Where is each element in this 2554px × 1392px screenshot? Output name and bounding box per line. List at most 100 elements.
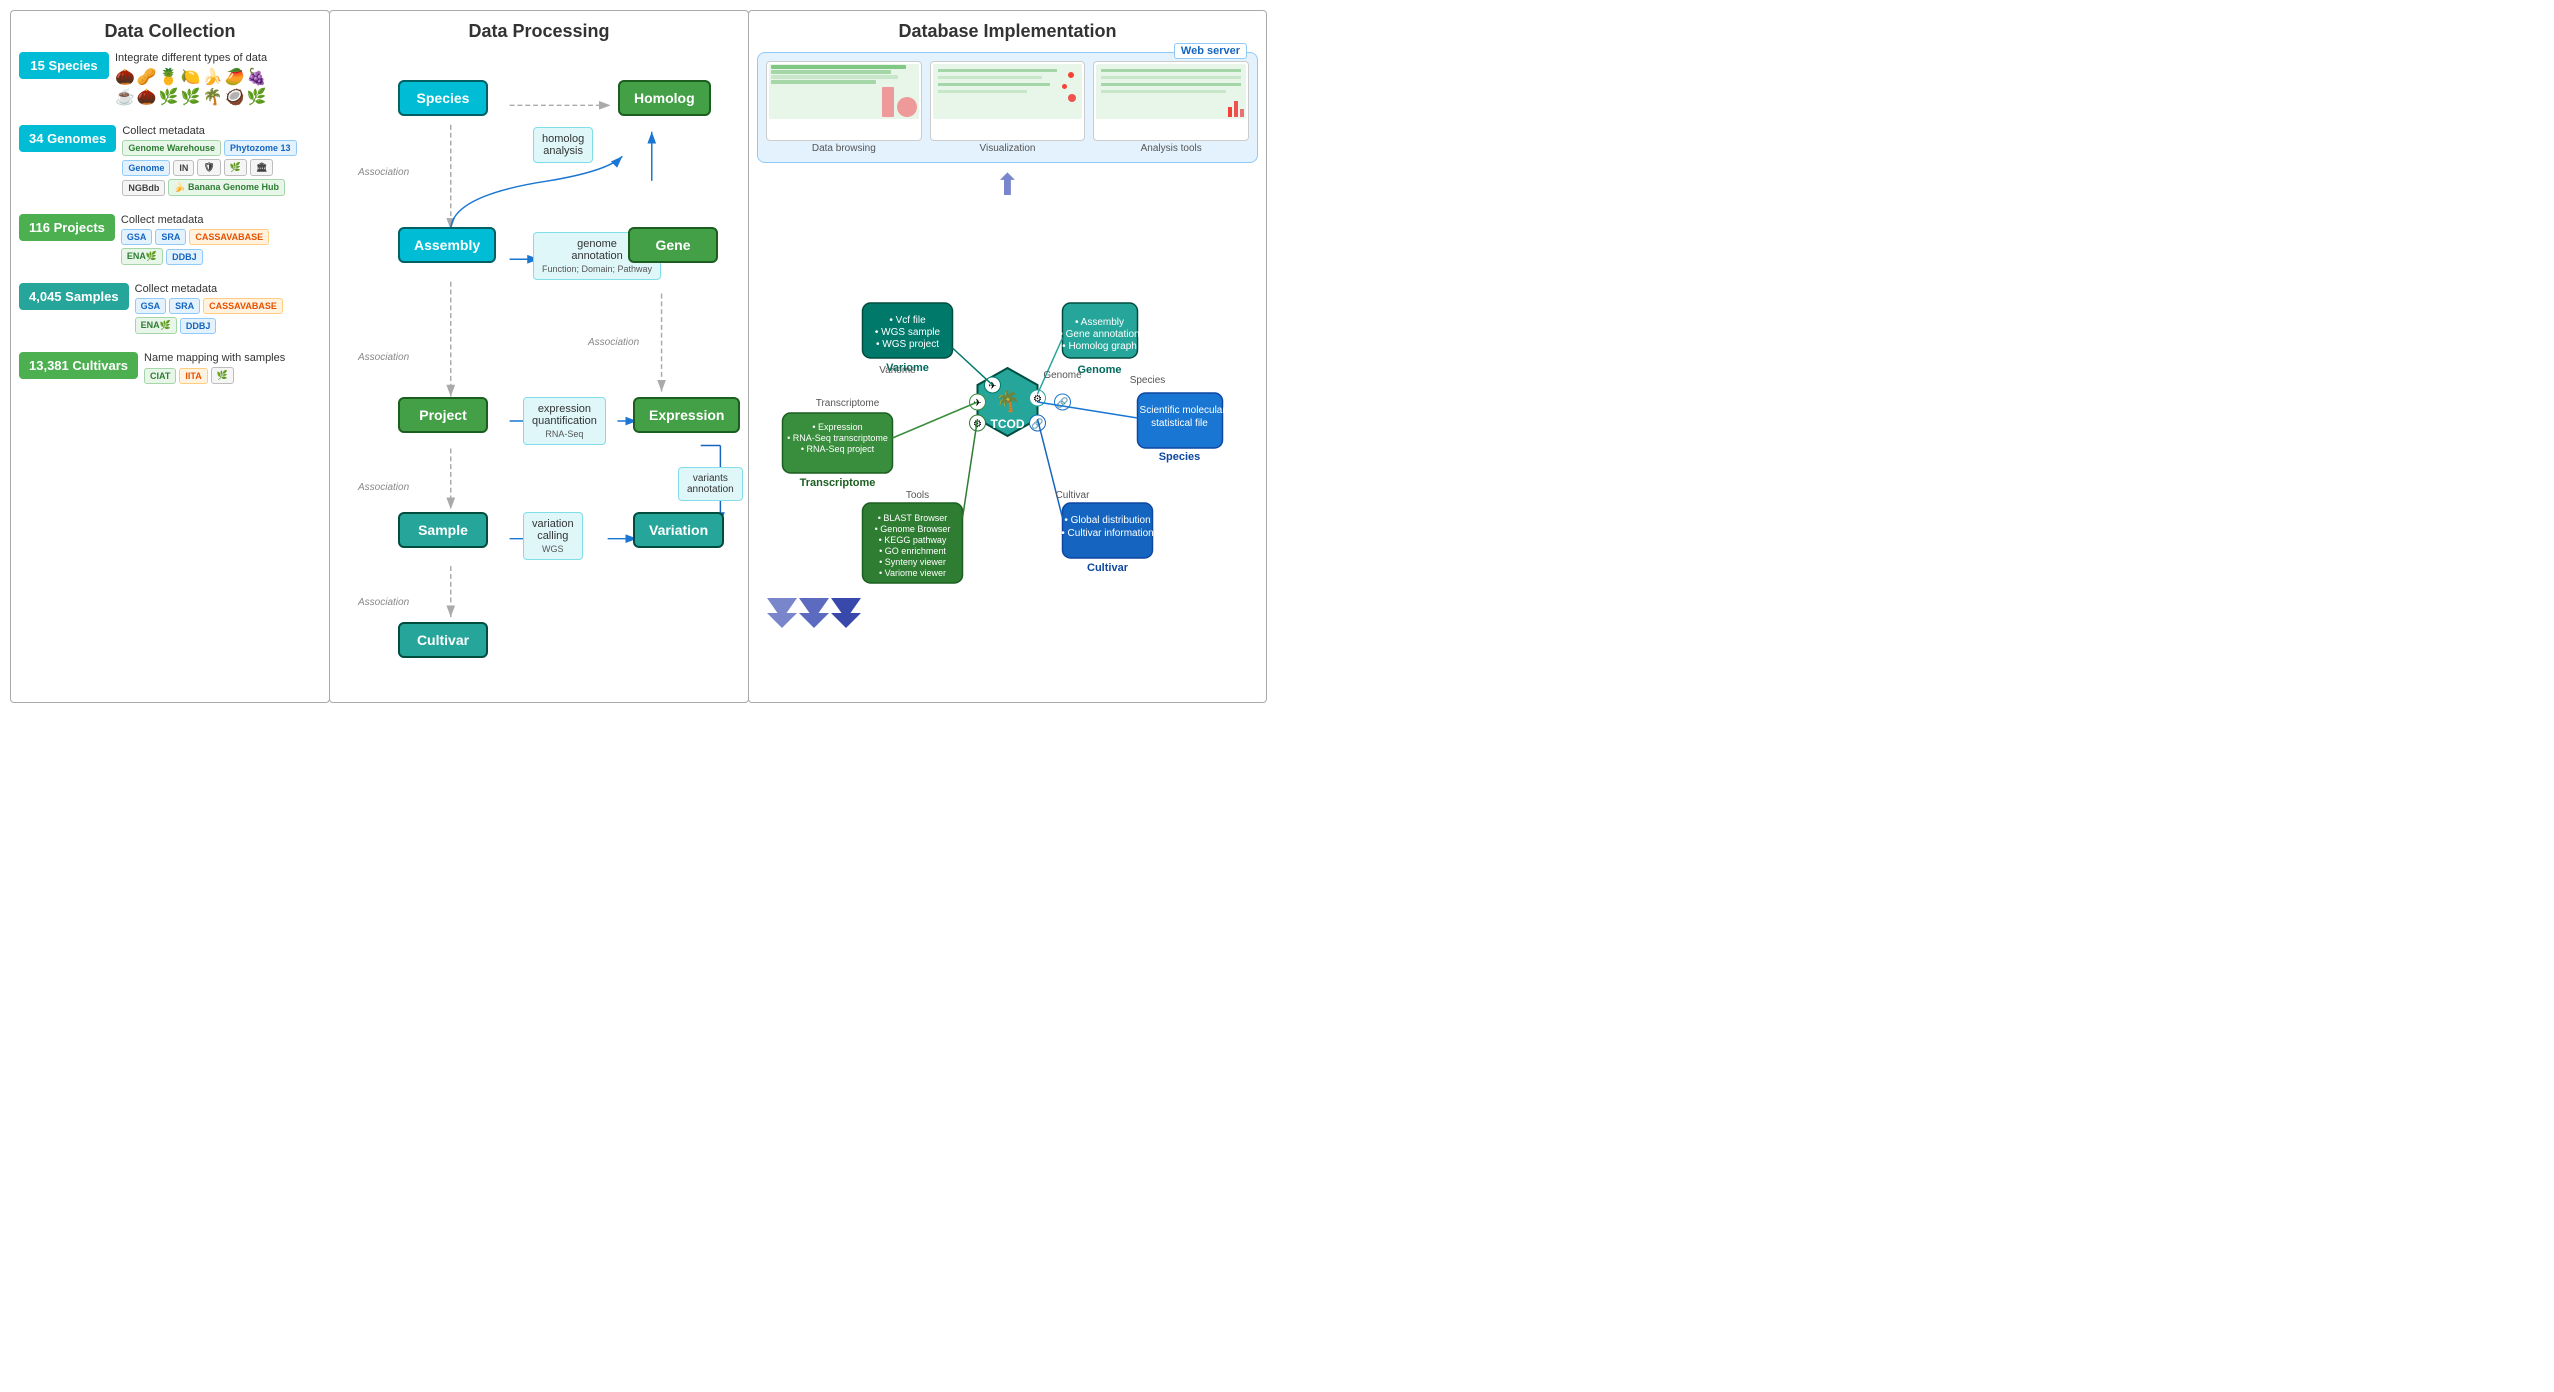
species-label: 15 Species xyxy=(19,52,109,79)
svg-text:• Variome viewer: • Variome viewer xyxy=(879,568,946,578)
cultivars-logos: CIAT IITA 🌿 xyxy=(144,367,285,384)
svg-text:Cultivar: Cultivar xyxy=(1056,490,1091,501)
analysis-tools-content xyxy=(1093,61,1249,141)
svg-text:• Synteny viewer: • Synteny viewer xyxy=(879,557,946,567)
samples-logos: GSA SRA CASSAVABASE xyxy=(135,298,283,314)
logo-cassavabase2: CASSAVABASE xyxy=(203,298,283,314)
logo-shield1: 🛡 xyxy=(197,159,220,176)
svg-text:• Vcf file: • Vcf file xyxy=(889,315,926,326)
svg-text:• Global distribution: • Global distribution xyxy=(1064,515,1150,526)
svg-text:Transcriptome: Transcriptome xyxy=(800,477,876,489)
svg-text:• RNA-Seq project: • RNA-Seq project xyxy=(801,444,875,454)
variants-annotation-box: variantsannotation xyxy=(678,467,743,501)
projects-label: 116 Projects xyxy=(19,214,115,241)
svg-text:• RNA-Seq transcriptome: • RNA-Seq transcriptome xyxy=(787,433,888,443)
svg-text:• Homolog graph: • Homolog graph xyxy=(1062,341,1137,352)
visualization-panel: Visualization xyxy=(930,61,1086,154)
web-server-box: Web server Data browsing xyxy=(757,52,1258,163)
svg-text:• Cultivar information: • Cultivar information xyxy=(1061,528,1153,539)
logo-cassavabase: CASSAVABASE xyxy=(189,229,269,245)
logo-ddbj2: DDBJ xyxy=(180,318,217,334)
logo-phytozome: Phytozome 13 xyxy=(224,140,297,156)
svg-text:Genome: Genome xyxy=(1043,370,1082,381)
projects-logos: GSA SRA CASSAVABASE xyxy=(121,229,269,245)
logo-ngbdb: NGBdb xyxy=(122,180,165,196)
data-browsing-panel: Data browsing xyxy=(766,61,922,154)
assoc-label-3: Association xyxy=(358,482,409,493)
web-server-label: Web server xyxy=(1174,43,1247,59)
chevron-arrows xyxy=(767,598,861,628)
cultivars-info: Name mapping with samples CIAT IITA 🌿 xyxy=(144,352,285,384)
svg-text:statistical file: statistical file xyxy=(1151,418,1208,429)
species-info: Integrate different types of data 🌰🥜🍍🍋🍌🥭… xyxy=(115,52,268,107)
svg-text:• Expression: • Expression xyxy=(812,422,862,432)
data-collection-section: Data Collection 15 Species Integrate dif… xyxy=(10,10,330,703)
node-species: Species xyxy=(398,80,488,116)
genomes-label: 34 Genomes xyxy=(19,125,116,152)
node-expression: Expression xyxy=(633,397,740,433)
logo-ddbj: DDBJ xyxy=(166,249,203,265)
svg-text:• WGS project: • WGS project xyxy=(876,339,939,350)
projects-info: Collect metadata GSA SRA CASSAVABASE ENA… xyxy=(121,214,269,265)
assoc-label-4: Association xyxy=(358,597,409,608)
analysis-tools-label: Analysis tools xyxy=(1093,143,1249,154)
assoc-label-gene-expr: Association xyxy=(588,337,639,348)
node-sample: Sample xyxy=(398,512,488,548)
logo-banana: 🍌 Banana Genome Hub xyxy=(168,179,285,196)
visualization-content xyxy=(930,61,1086,141)
cultivars-label: 13,381 Cultivars xyxy=(19,352,138,379)
database-implementation-title: Database Implementation xyxy=(757,21,1258,42)
svg-text:• WGS sample: • WGS sample xyxy=(875,327,941,338)
processing-inner: Species Homolog homologanalysis Associat… xyxy=(338,52,740,692)
cultivars-row: 13,381 Cultivars Name mapping with sampl… xyxy=(19,352,321,384)
hex-network: 🌴 TCOD • Assembly • Gene annotation • Ho… xyxy=(757,208,1258,638)
assoc-label-2: Association xyxy=(358,352,409,363)
logo-ena: ENA🌿 xyxy=(121,248,163,265)
fruit-icons2: ☕🌰🌿🌿🌴🥥🌿 xyxy=(115,87,268,107)
assoc-label-1: Association xyxy=(358,167,409,178)
logo-sra2: SRA xyxy=(169,298,200,314)
homolog-analysis-box: homologanalysis xyxy=(533,127,593,163)
logo-sra: SRA xyxy=(155,229,186,245)
fruit-icons: 🌰🥜🍍🍋🍌🥭🍇 xyxy=(115,67,268,87)
hex-svg: 🌴 TCOD • Assembly • Gene annotation • Ho… xyxy=(757,208,1258,638)
data-processing-title: Data Processing xyxy=(338,21,740,42)
svg-text:• KEGG pathway: • KEGG pathway xyxy=(879,535,947,545)
svg-text:Transcriptome: Transcriptome xyxy=(816,398,880,409)
node-assembly: Assembly xyxy=(398,227,496,263)
node-variation: Variation xyxy=(633,512,724,548)
data-browsing-label: Data browsing xyxy=(766,143,922,154)
variation-calling-box: variationcalling WGS xyxy=(523,512,583,560)
svg-text:Variome: Variome xyxy=(879,365,916,376)
svg-text:Genome: Genome xyxy=(1077,364,1121,376)
samples-row: 4,045 Samples Collect metadata GSA SRA C… xyxy=(19,283,321,334)
logo-genome-warehouse: Genome Warehouse xyxy=(122,140,221,156)
logo-shield2: 🌿 xyxy=(224,159,247,176)
projects-logos2: ENA🌿 DDBJ xyxy=(121,248,269,265)
genomes-info: Collect metadata Genome Warehouse Phytoz… xyxy=(122,125,296,196)
visualization-label: Visualization xyxy=(930,143,1086,154)
genomes-logos2: Genome IN 🛡 🌿 🏛 xyxy=(122,159,296,176)
logo-ciat: CIAT xyxy=(144,368,176,384)
svg-text:Tools: Tools xyxy=(906,490,929,501)
svg-text:• GO enrichment: • GO enrichment xyxy=(879,546,946,556)
svg-text:• Assembly: • Assembly xyxy=(1075,317,1124,328)
data-browsing-content xyxy=(766,61,922,141)
logo-iita: IITA xyxy=(179,368,207,384)
logo-in: IN xyxy=(173,160,194,176)
up-arrow: ⬆ xyxy=(757,168,1258,203)
projects-row: 116 Projects Collect metadata GSA SRA CA… xyxy=(19,214,321,265)
svg-text:⚙: ⚙ xyxy=(1033,394,1042,405)
svg-text:TCOD: TCOD xyxy=(991,417,1025,431)
samples-logos2: ENA🌿 DDBJ xyxy=(135,317,283,334)
main-container: Data Collection 15 Species Integrate dif… xyxy=(0,0,1277,713)
svg-text:🌴: 🌴 xyxy=(995,389,1020,413)
svg-text:Species: Species xyxy=(1159,451,1201,463)
node-homolog: Homolog xyxy=(618,80,711,116)
species-collect-info: Integrate different types of data xyxy=(115,52,268,64)
logo-genome: Genome xyxy=(122,160,170,176)
species-row: 15 Species Integrate different types of … xyxy=(19,52,321,107)
logo-shield3: 🏛 xyxy=(250,159,273,176)
svg-text:• Genome Browser: • Genome Browser xyxy=(875,524,951,534)
node-gene: Gene xyxy=(628,227,718,263)
